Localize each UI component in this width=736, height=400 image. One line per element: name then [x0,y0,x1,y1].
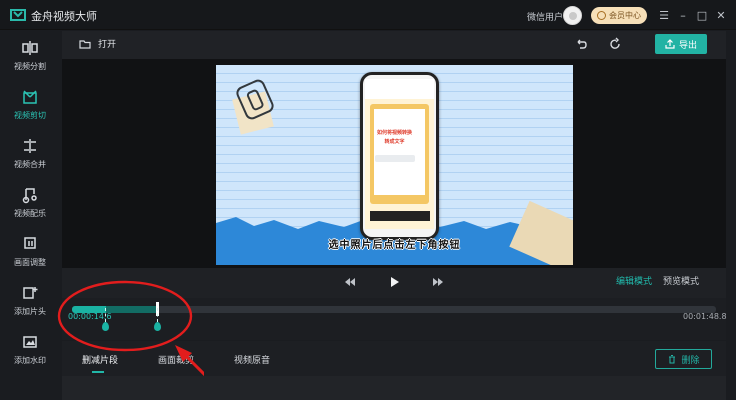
undo-icon[interactable] [574,37,588,51]
phone-mockup: 如何将视频转换 转成文字 [360,72,439,240]
export-icon [665,39,675,49]
sidebar-item-merge[interactable]: 视频合并 [0,135,60,177]
folder-icon [79,39,91,49]
export-button[interactable]: 导出 [655,34,707,54]
start-marker-handle[interactable] [102,322,109,331]
app-window: 金舟视频大师 微信用户 会员中心 ☰ – □ ✕ 视频分割 视频剪切 视频合并 … [0,0,736,400]
timeline-track[interactable] [72,302,716,316]
merge-icon [24,139,36,153]
minimize-icon[interactable]: – [676,8,690,22]
reset-icon[interactable] [608,37,622,51]
top-toolbar: 打开 导出 [62,31,726,59]
trash-icon [669,355,676,364]
timeline: 00:00:14.6 00:01:48.8 [62,298,727,340]
open-label: 打开 [98,40,117,50]
sidebar-item-cut[interactable]: 视频剪切 [0,86,60,128]
play-icon[interactable] [387,275,401,289]
tab-trim-segment[interactable]: 删减片段 [82,353,118,366]
user-name[interactable]: 微信用户 [527,10,563,23]
end-marker-line [157,308,158,322]
sidebar-item-intro[interactable]: 添加片头 [0,282,60,324]
cut-icon [23,90,37,104]
crop-icon [24,237,36,249]
cut-segment [106,306,156,313]
delete-label: 删除 [681,355,700,366]
phone-title: 如何将视频转换 [376,130,412,136]
open-button[interactable]: 打开 [79,37,116,50]
total-time: 00:01:48.8 [683,312,727,321]
sidebar-item-watermark[interactable]: 添加水印 [0,331,60,373]
app-logo-icon [10,9,26,21]
vip-icon [597,11,606,20]
sidebar-item-adjust[interactable]: 画面调整 [0,233,60,275]
sidebar: 视频分割 视频剪切 视频合并 视频配乐 画面调整 添加片头 添加水印 [0,31,60,400]
delete-button[interactable]: 删除 [655,349,712,369]
sidebar-item-label: 添加水印 [14,356,46,365]
video-subtitle: 选中照片后点击左下角按钮 [328,240,461,251]
edit-mode-tab[interactable]: 编辑模式 [616,274,652,287]
music-icon [22,188,37,204]
avatar[interactable] [563,6,582,25]
sidebar-item-label: 画面调整 [14,258,46,267]
menu-icon[interactable]: ☰ [657,8,671,22]
intro-icon [23,287,38,299]
current-time: 00:00:14.6 [68,312,112,321]
sidebar-item-label: 视频配乐 [14,209,46,218]
sidebar-item-label: 视频剪切 [14,111,46,120]
sidebar-item-label: 视频合并 [14,160,46,169]
segment-content-area [62,376,726,400]
vip-center-button[interactable]: 会员中心 [591,7,647,24]
video-preview-area: 如何将视频转换 转成文字 选中照片后点击左下角按钮 [62,59,726,268]
sidebar-item-music[interactable]: 视频配乐 [0,184,60,226]
active-tab-underline [92,371,104,373]
maximize-icon[interactable]: □ [695,8,709,22]
title-bar: 金舟视频大师 微信用户 会员中心 ☰ – □ ✕ [0,0,736,30]
preview-mode-tab[interactable]: 预览模式 [663,274,699,287]
tab-crop[interactable]: 画面裁剪 [158,353,194,366]
phone-subtitle: 转成文字 [384,139,405,145]
fast-forward-icon[interactable] [431,275,445,289]
export-label: 导出 [678,40,697,51]
rewind-icon[interactable] [343,275,357,289]
app-title: 金舟视频大师 [31,10,97,23]
video-frame: 如何将视频转换 转成文字 选中照片后点击左下角按钮 [216,65,573,265]
sidebar-item-label: 添加片头 [14,307,46,316]
sidebar-item-label: 视频分割 [14,62,46,71]
sidebar-item-split[interactable]: 视频分割 [0,37,60,79]
split-icon [22,41,38,55]
vip-center-label: 会员中心 [609,11,641,20]
end-marker-handle[interactable] [154,322,161,331]
close-icon[interactable]: ✕ [714,8,728,22]
tab-original-audio[interactable]: 视频原音 [234,353,270,366]
watermark-icon [23,336,37,348]
